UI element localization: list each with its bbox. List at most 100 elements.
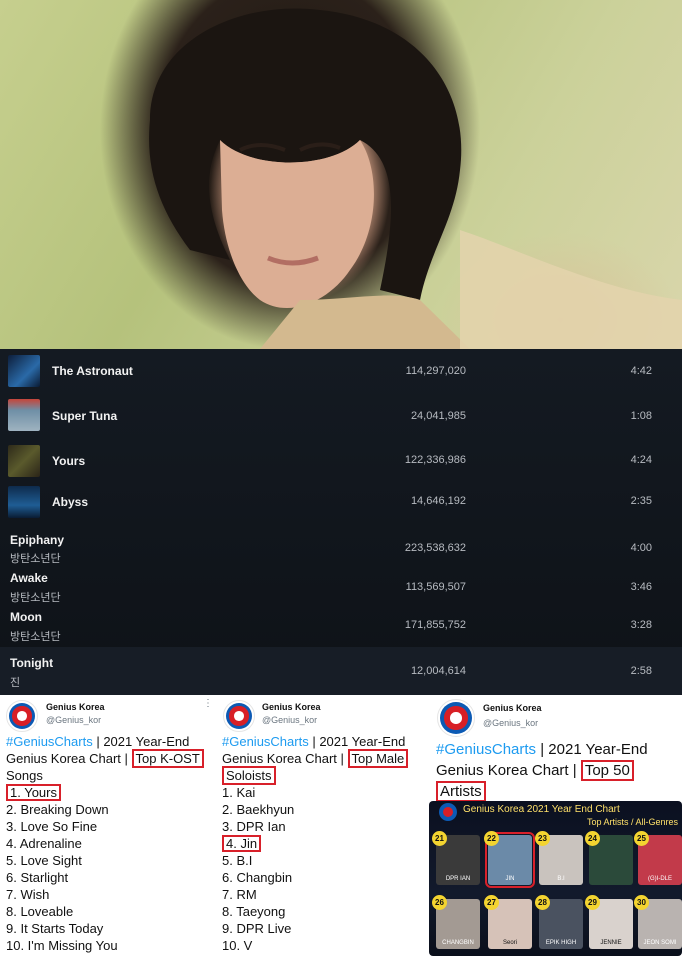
- track-duration: 4:24: [630, 454, 652, 466]
- track-artist: 방탄소년단: [10, 592, 61, 604]
- artist-tile[interactable]: 24: [585, 831, 633, 885]
- list-item: 7. Wish: [6, 887, 50, 902]
- track-duration: 4:00: [630, 542, 652, 554]
- track-row[interactable]: Super Tuna 24,041,985 1:08: [0, 393, 682, 437]
- list-item: 8. Loveable: [6, 904, 74, 919]
- list-item: 4. Adrenaline: [6, 836, 82, 851]
- track-title: The Astronaut: [52, 364, 133, 378]
- artist-photo: [0, 0, 682, 349]
- artist-tile[interactable]: 23 B.I: [535, 831, 583, 885]
- hashtag-link[interactable]: #GeniusCharts: [222, 734, 309, 749]
- list-item: 2. Baekhyun: [222, 802, 295, 817]
- play-count: 24,041,985: [410, 410, 466, 422]
- track-title: Moon: [10, 610, 42, 624]
- play-count: 113,569,507: [405, 581, 466, 593]
- play-count: 14,646,192: [410, 495, 466, 507]
- track-title: Epiphany: [10, 533, 65, 547]
- account-handle[interactable]: @Genius_kor: [46, 715, 101, 725]
- track-duration: 3:28: [630, 619, 652, 631]
- track-row[interactable]: Abyss 14,646,192 2:35: [0, 481, 682, 525]
- album-art: [8, 355, 40, 387]
- track-row[interactable]: Yours 122,336,986 4:24: [0, 437, 682, 481]
- account-handle[interactable]: @Genius_kor: [262, 715, 317, 725]
- highlight-box: Soloists: [222, 766, 276, 785]
- hashtag-link[interactable]: #GeniusCharts: [436, 741, 536, 758]
- list-item: 9. DPR Live: [222, 921, 292, 936]
- track-row[interactable]: The Astronaut 114,297,020 4:42: [0, 349, 682, 393]
- track-title: Awake: [10, 571, 48, 585]
- artist-tile[interactable]: 25 (G)I-DLE: [634, 831, 682, 885]
- track-duration: 1:08: [630, 410, 652, 422]
- account-name[interactable]: Genius Korea: [46, 702, 105, 712]
- list-item-highlighted: 4. Jin: [222, 835, 262, 852]
- highlight-box: Top Male: [347, 749, 409, 768]
- genius-korea-logo: [439, 803, 457, 821]
- list-item: 6. Changbin: [222, 870, 293, 885]
- account-handle[interactable]: @Genius_kor: [483, 718, 538, 728]
- ranking-list: 1. Yours 2. Breaking Down 3. Love So Fin…: [6, 784, 118, 954]
- track-artist: 방탄소년단: [10, 553, 61, 565]
- artist-tile[interactable]: 28 EPIK HIGH: [535, 895, 583, 949]
- highlight-box: Artists: [436, 781, 486, 802]
- play-count: 171,855,752: [404, 619, 466, 631]
- chart-subtitle: Top Artists / All-Genres: [586, 817, 678, 827]
- list-item: 3. Love So Fine: [6, 819, 98, 834]
- track-duration: 3:46: [630, 581, 652, 593]
- play-count: 223,538,632: [404, 542, 466, 554]
- portrait-illustration: [149, 8, 682, 349]
- avatar[interactable]: [437, 699, 475, 737]
- list-item: 10. I'm Missing You: [6, 938, 118, 953]
- track-artist: 진: [10, 677, 21, 689]
- track-title: Tonight: [10, 656, 54, 670]
- track-list: The Astronaut 114,297,020 4:42 Super Tun…: [0, 349, 682, 695]
- artist-tile-highlighted[interactable]: 22 JIN: [484, 831, 535, 888]
- highlight-box: Top K-OST: [131, 749, 204, 768]
- chart-title: Genius Korea 2021 Year End Chart: [463, 804, 620, 815]
- tweet-text: #GeniusCharts | 2021 Year-End Genius Kor…: [222, 733, 428, 785]
- track-duration: 2:58: [630, 665, 652, 677]
- artist-tile[interactable]: 30 JEON SOMI: [634, 895, 682, 949]
- artist-tile[interactable]: 29 JENNIE: [585, 895, 633, 949]
- tweet-top-kost[interactable]: Genius Korea @Genius_kor ⋮ #GeniusCharts…: [0, 695, 215, 956]
- list-item: 9. It Starts Today: [6, 921, 104, 936]
- album-art: [8, 399, 40, 431]
- play-count: 114,297,020: [405, 365, 466, 377]
- year-end-chart-image[interactable]: Genius Korea 2021 Year End Chart Top Art…: [429, 801, 682, 956]
- ranking-list: 1. Kai 2. Baekhyun 3. DPR Ian 4. Jin 5. …: [222, 784, 294, 954]
- account-name[interactable]: Genius Korea: [483, 703, 542, 713]
- list-item: 7. RM: [222, 887, 257, 902]
- track-duration: 2:35: [630, 495, 652, 507]
- play-count: 122,336,986: [404, 454, 466, 466]
- album-art: [8, 486, 40, 518]
- track-title: Yours: [52, 454, 86, 468]
- artist-tile[interactable]: 27 Seori: [484, 895, 532, 949]
- track-title: Super Tuna: [52, 409, 118, 423]
- list-item: 3. DPR Ian: [222, 819, 286, 834]
- tweet-text: #GeniusCharts | 2021 Year-End Genius Kor…: [6, 733, 214, 784]
- track-row-highlighted[interactable]: Tonight 진 12,004,614 2:58: [0, 647, 682, 695]
- avatar[interactable]: [6, 700, 38, 732]
- list-item: 5. Love Sight: [6, 853, 82, 868]
- track-row[interactable]: Epiphany 방탄소년단 223,538,632 4:00: [0, 527, 682, 566]
- avatar[interactable]: [223, 700, 255, 732]
- track-artist: 방탄소년단: [10, 631, 61, 643]
- account-name[interactable]: Genius Korea: [262, 702, 321, 712]
- artist-tile[interactable]: 26 CHANGBIN: [432, 895, 480, 949]
- list-item: 1. Kai: [222, 785, 256, 800]
- list-item: 6. Starlight: [6, 870, 69, 885]
- track-row[interactable]: Awake 방탄소년단 113,569,507 3:46: [0, 566, 682, 605]
- more-options-icon[interactable]: ⋮: [203, 698, 214, 709]
- highlight-box: Top 50: [580, 760, 634, 781]
- album-art: [8, 445, 40, 477]
- list-item: 10. V: [222, 938, 253, 953]
- artist-tile[interactable]: 21 DPR IAN: [432, 831, 480, 885]
- tweet-top-male-soloists[interactable]: Genius Korea @Genius_kor #GeniusCharts |…: [217, 695, 429, 956]
- play-count: 12,004,614: [410, 665, 466, 677]
- list-item: 5. B.I: [222, 853, 253, 868]
- track-duration: 4:42: [630, 365, 652, 377]
- list-item: 8. Taeyong: [222, 904, 286, 919]
- hashtag-link[interactable]: #GeniusCharts: [6, 734, 93, 749]
- list-item: 2. Breaking Down: [6, 802, 109, 817]
- track-row[interactable]: Moon 방탄소년단 171,855,752 3:28: [0, 605, 682, 647]
- list-item-highlighted: 1. Yours: [6, 784, 61, 801]
